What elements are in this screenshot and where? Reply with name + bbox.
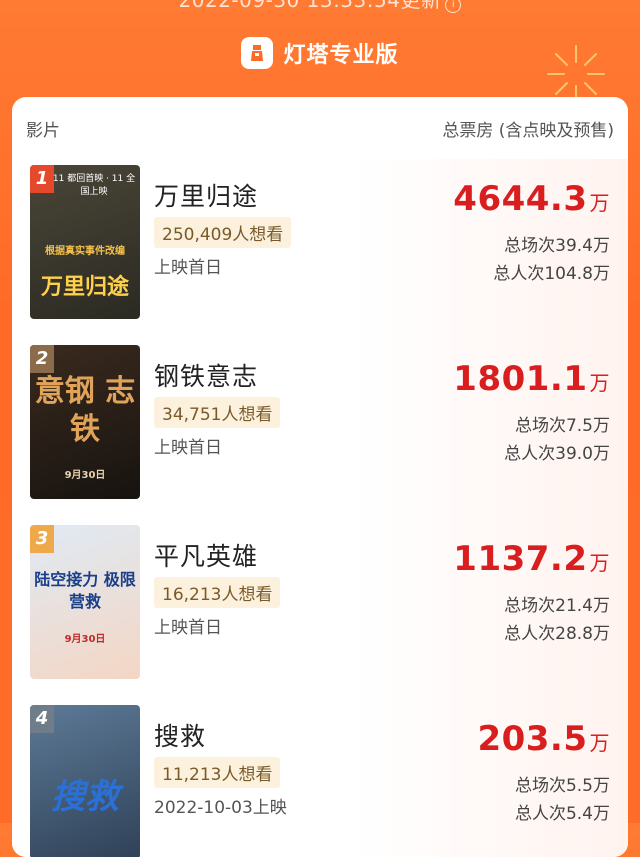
col-film-label: 影片 (26, 120, 60, 141)
total-shows: 总场次39.4万 (504, 236, 610, 256)
poster-tagline-text: 根据真实事件改编 (45, 246, 125, 257)
total-gross: 1137.2 万 (453, 539, 610, 579)
total-admissions: 总人次5.4万 (514, 804, 610, 824)
gross-value: 203.5 (477, 719, 588, 759)
film-row[interactable]: 1 11 都回首映 · 11 全国上映 万里归途 根据真实事件改编 万里归途 2… (12, 159, 628, 339)
total-shows: 总场次21.4万 (504, 596, 610, 616)
gross-value: 1801.1 (453, 359, 588, 399)
total-gross: 203.5 万 (477, 719, 610, 759)
film-row[interactable]: 2 意钢 志铁 9月30日 钢铁意志 34,751人想看 上映首日 1801.1… (12, 339, 628, 519)
film-row[interactable]: 3 陆空接力 极限营救 9月30日 平凡英雄 16,213人想看 上映首日 11… (12, 519, 628, 699)
col-gross-label: 总票房 (含点映及预售) (442, 120, 614, 141)
film-poster[interactable]: 4 搜救 (30, 705, 140, 857)
poster-tagline-text: 9月30日 (64, 634, 106, 645)
release-info: 上映首日 (154, 438, 222, 458)
update-time: 2022-09-30 13:33:54更新 i (0, 0, 640, 13)
film-poster[interactable]: 2 意钢 志铁 9月30日 (30, 345, 140, 499)
film-poster[interactable]: 3 陆空接力 极限营救 9月30日 (30, 525, 140, 679)
gross-unit: 万 (589, 551, 610, 575)
film-title[interactable]: 搜救 (154, 717, 206, 753)
film-list: 1 11 都回首映 · 11 全国上映 万里归途 根据真实事件改编 万里归途 2… (12, 159, 628, 857)
want-to-see-badge: 16,213人想看 (154, 577, 281, 608)
poster-top-text: 11 都回首映 · 11 全国上映 (52, 174, 136, 197)
gross-unit: 万 (589, 191, 610, 215)
poster-title-text: 万里归途 (40, 275, 129, 300)
poster-title-text: 陆空接力 极限营救 (34, 570, 136, 611)
gross-value: 4644.3 (453, 179, 588, 219)
total-admissions: 总人次28.8万 (504, 624, 610, 644)
total-admissions: 总人次104.8万 (493, 264, 610, 284)
info-icon[interactable]: i (445, 0, 462, 13)
brand-name: 灯塔专业版 (283, 43, 399, 68)
poster-title-text: 搜救 (51, 777, 119, 817)
lighthouse-logo-icon (241, 37, 274, 69)
total-gross: 1801.1 万 (453, 359, 610, 399)
release-info: 2022-10-03上映 (154, 798, 287, 818)
poster-title-text: 意钢 志铁 (34, 374, 136, 447)
rank-badge: 2 (30, 345, 54, 373)
release-info: 上映首日 (154, 258, 222, 278)
want-to-see-badge: 34,751人想看 (154, 397, 281, 428)
poster-tagline-text: 9月30日 (64, 470, 106, 481)
total-gross: 4644.3 万 (453, 179, 610, 219)
want-to-see-badge: 250,409人想看 (154, 217, 292, 248)
gross-value: 1137.2 (453, 539, 588, 579)
rank-badge: 3 (30, 525, 54, 553)
release-info: 上映首日 (154, 618, 222, 638)
film-poster[interactable]: 1 11 都回首映 · 11 全国上映 万里归途 根据真实事件改编 (30, 165, 140, 319)
update-time-text: 2022-09-30 13:33:54更新 (178, 0, 442, 12)
total-admissions: 总人次39.0万 (504, 444, 610, 464)
table-header: 影片 总票房 (含点映及预售) (12, 97, 628, 159)
want-to-see-badge: 11,213人想看 (154, 757, 281, 788)
film-title[interactable]: 万里归途 (154, 177, 258, 213)
film-title[interactable]: 平凡英雄 (154, 537, 258, 573)
total-shows: 总场次5.5万 (514, 776, 610, 796)
gross-unit: 万 (589, 731, 610, 755)
gross-unit: 万 (589, 371, 610, 395)
total-shows: 总场次7.5万 (514, 416, 610, 436)
boxoffice-card: 影片 总票房 (含点映及预售) 1 11 都回首映 · 11 全国上映 万里归途… (12, 97, 628, 857)
film-row[interactable]: 4 搜救 搜救 11,213人想看 2022-10-03上映 203.5 万 总场… (12, 699, 628, 857)
rank-badge: 4 (30, 705, 54, 733)
film-title[interactable]: 钢铁意志 (154, 357, 258, 393)
